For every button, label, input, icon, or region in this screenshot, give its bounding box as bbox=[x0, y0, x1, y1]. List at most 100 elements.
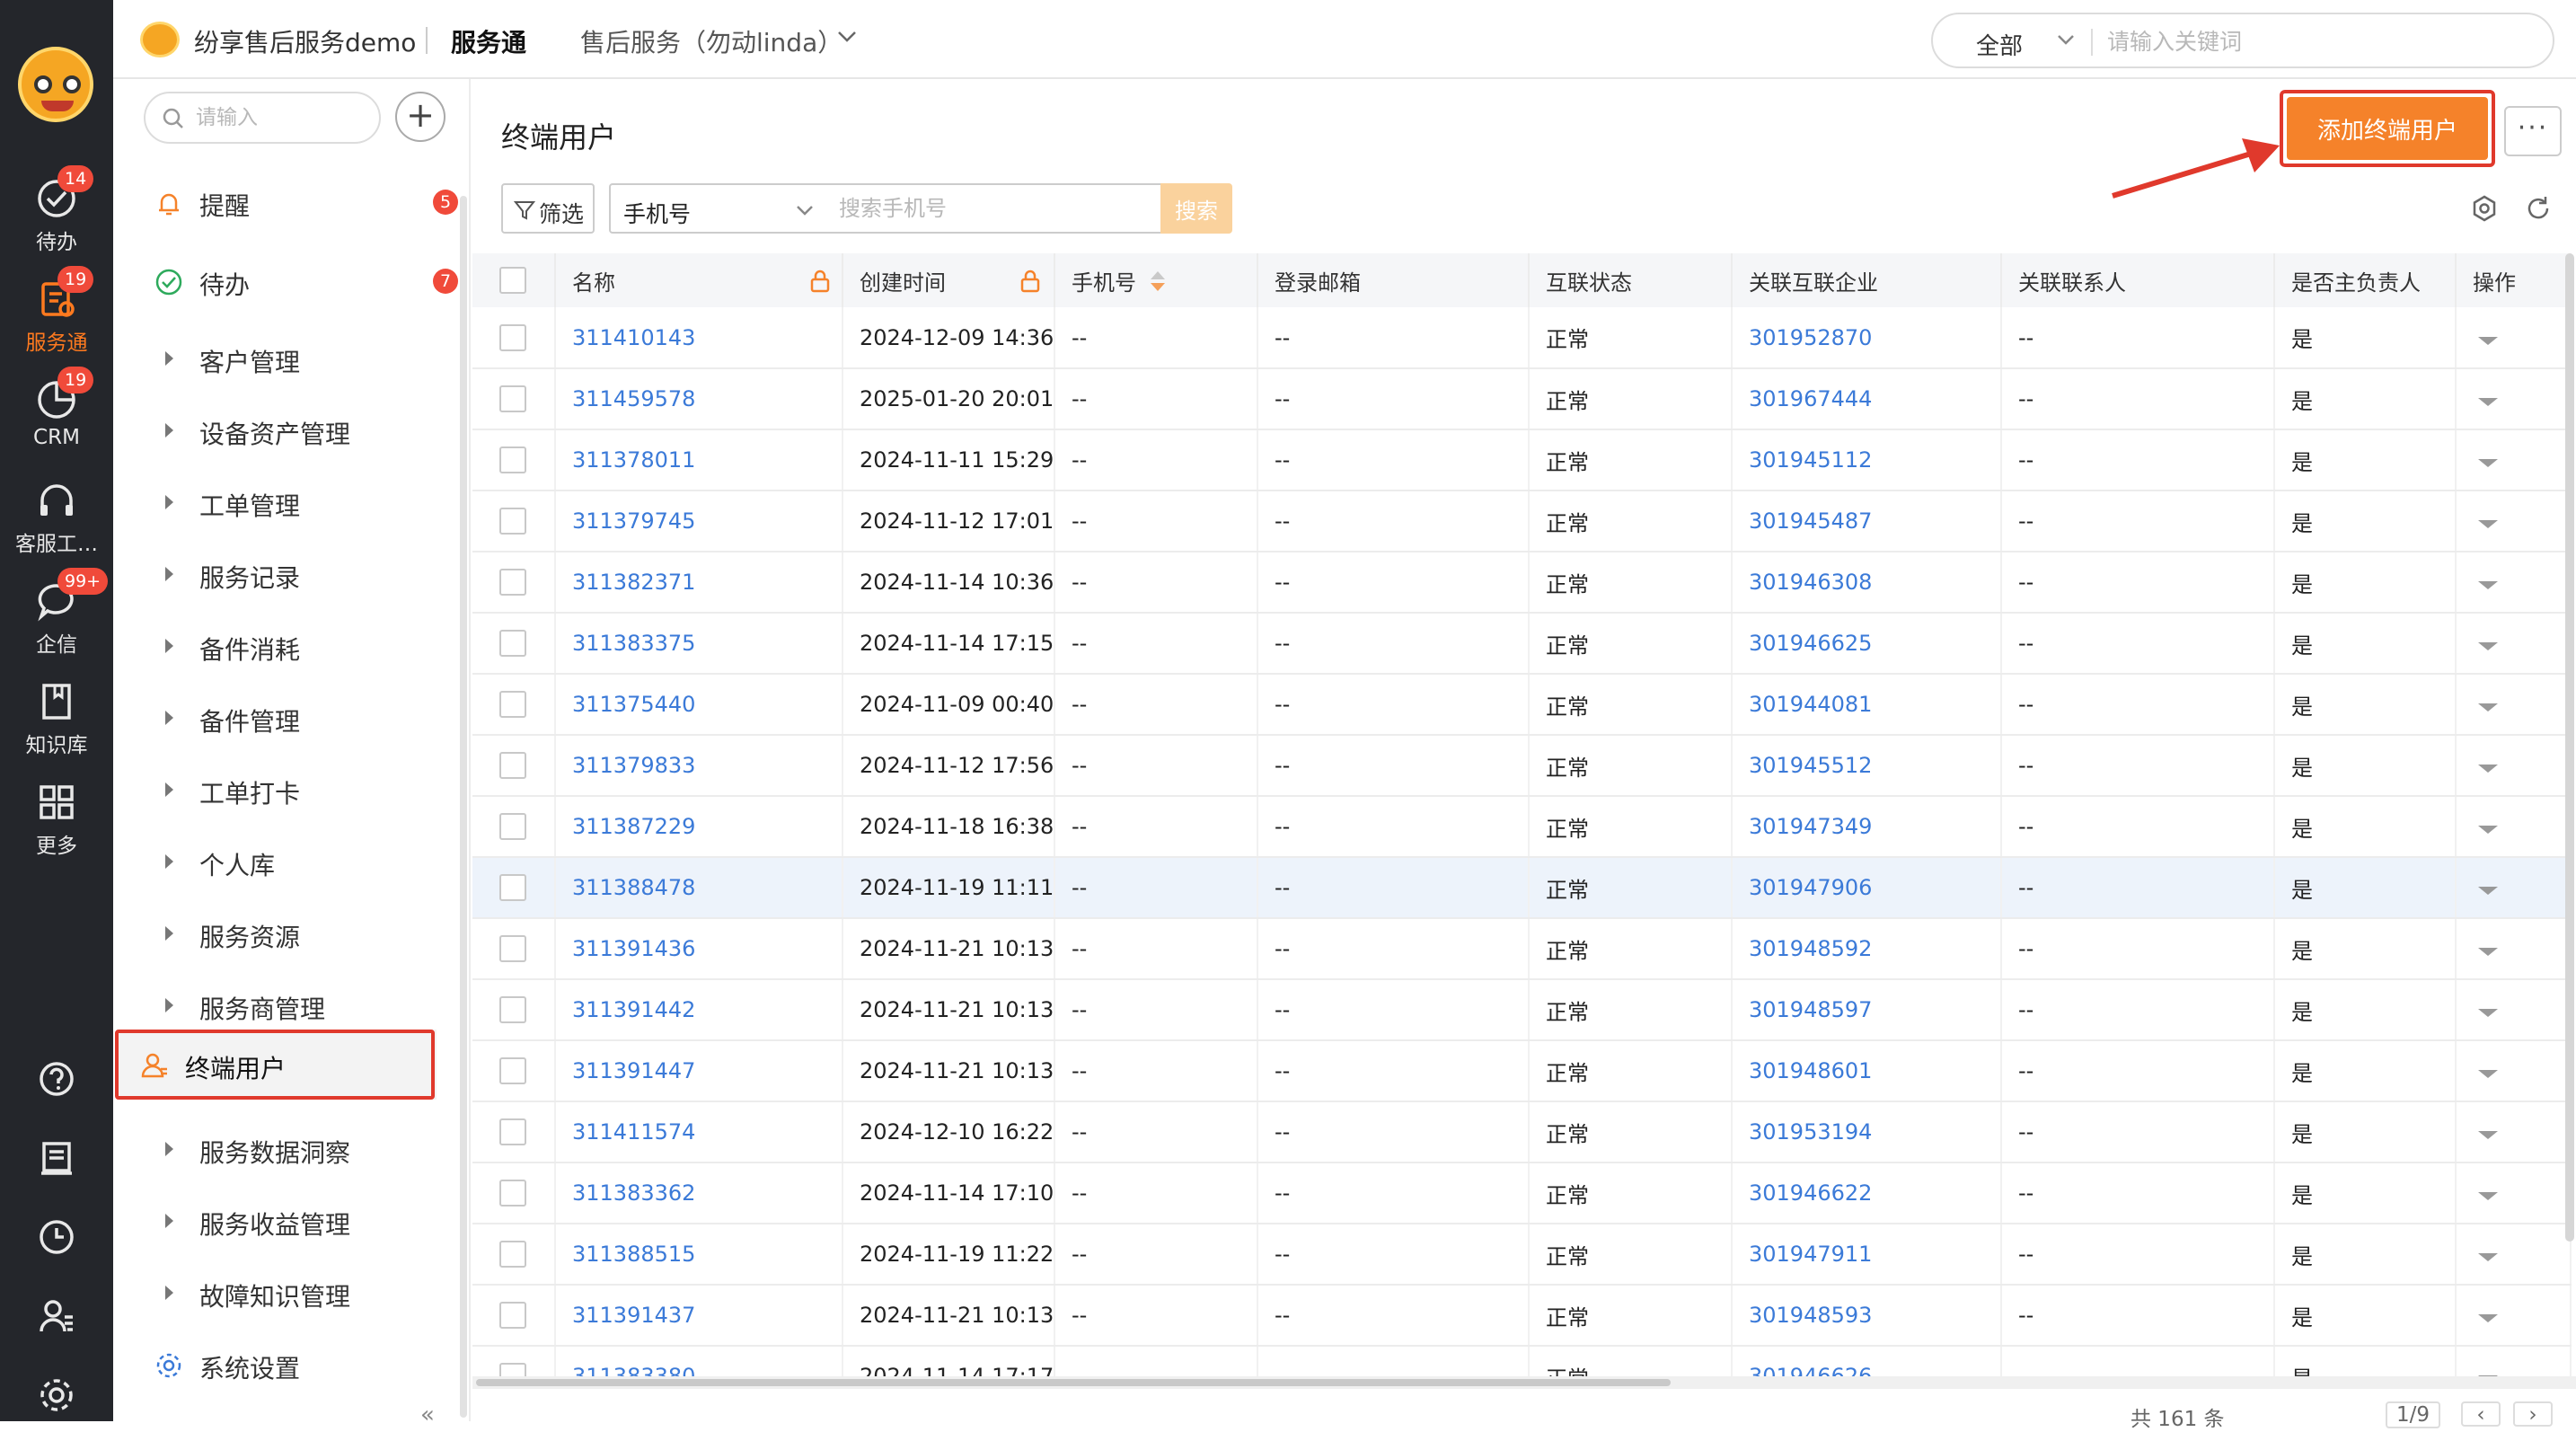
cell-linked-company[interactable]: 301967444 bbox=[1732, 368, 2002, 430]
rail-item-service[interactable]: 服务通 19 bbox=[0, 266, 113, 361]
row-checkbox[interactable] bbox=[499, 1241, 526, 1268]
rail-item-customer-service[interactable]: 客服工… bbox=[0, 473, 113, 562]
sort-icon[interactable] bbox=[1149, 270, 1167, 293]
nav-item-system-settings[interactable]: 系统设置 bbox=[131, 1330, 456, 1400]
select-all-checkbox[interactable] bbox=[499, 267, 526, 294]
row-checkbox[interactable] bbox=[499, 1180, 526, 1207]
cell-linked-company[interactable]: 301945487 bbox=[1732, 491, 2002, 552]
cell-linked-company[interactable]: 301945112 bbox=[1732, 429, 2002, 491]
row-checkbox[interactable] bbox=[499, 874, 526, 901]
next-page-button[interactable]: › bbox=[2513, 1401, 2553, 1427]
row-checkbox[interactable] bbox=[499, 935, 526, 962]
cell-name[interactable]: 311382371 bbox=[555, 552, 843, 614]
row-checkbox[interactable] bbox=[499, 1057, 526, 1084]
table-row[interactable]: 311391436 2024-11-21 10:13 -- -- 正常 301948592… bbox=[472, 918, 2572, 980]
col-linked-contact[interactable]: 关联联系人 bbox=[2001, 253, 2275, 307]
cell-name[interactable]: 311459578 bbox=[555, 368, 843, 430]
nav-item-personal-library[interactable]: 个人库 bbox=[131, 826, 456, 897]
row-checkbox[interactable] bbox=[499, 569, 526, 596]
cell-name[interactable]: 311387229 bbox=[555, 796, 843, 858]
cell-name[interactable]: 311383375 bbox=[555, 613, 843, 675]
table-row[interactable]: 311379745 2024-11-12 17:01 -- -- 正常 301945487… bbox=[472, 491, 2572, 552]
lock-icon[interactable] bbox=[809, 270, 831, 293]
notes-button[interactable] bbox=[0, 1139, 113, 1177]
cell-name[interactable]: 311391436 bbox=[555, 918, 843, 980]
row-actions-dropdown-icon[interactable] bbox=[2478, 336, 2498, 345]
cell-name[interactable]: 311391442 bbox=[555, 979, 843, 1041]
row-actions-dropdown-icon[interactable] bbox=[2478, 1131, 2498, 1139]
row-actions-dropdown-icon[interactable] bbox=[2478, 703, 2498, 712]
row-actions-dropdown-icon[interactable] bbox=[2478, 887, 2498, 895]
cell-linked-company[interactable]: 301948597 bbox=[1732, 979, 2002, 1041]
table-row[interactable]: 311411574 2024-12-10 16:22 -- -- 正常 301953194… bbox=[472, 1101, 2572, 1163]
cell-linked-company[interactable]: 301946625 bbox=[1732, 613, 2002, 675]
row-actions-dropdown-icon[interactable] bbox=[2478, 1070, 2498, 1078]
cell-linked-company[interactable]: 301952870 bbox=[1732, 307, 2002, 369]
context-selector[interactable]: 售后服务（勿动linda） bbox=[580, 23, 842, 59]
row-checkbox[interactable] bbox=[499, 630, 526, 657]
row-actions-dropdown-icon[interactable] bbox=[2478, 826, 2498, 834]
scroll-thumb[interactable] bbox=[476, 1379, 1671, 1386]
row-checkbox[interactable] bbox=[499, 323, 526, 351]
history-button[interactable] bbox=[0, 1218, 113, 1256]
row-actions-dropdown-icon[interactable] bbox=[2478, 1253, 2498, 1261]
nav-item-reminder[interactable]: 提醒 5 bbox=[131, 167, 458, 237]
add-nav-button[interactable]: + bbox=[395, 92, 446, 142]
nav-item-service-resources[interactable]: 服务资源 bbox=[131, 898, 456, 968]
table-row[interactable]: 311391437 2024-11-21 10:13 -- -- 正常 301948593… bbox=[472, 1285, 2572, 1347]
row-checkbox[interactable] bbox=[499, 813, 526, 840]
rail-item-knowledge[interactable]: 知识库 bbox=[0, 674, 113, 764]
row-actions-dropdown-icon[interactable] bbox=[2478, 581, 2498, 589]
table-row[interactable]: 311379833 2024-11-12 17:56 -- -- 正常 301945512… bbox=[472, 735, 2572, 797]
cell-name[interactable]: 311391447 bbox=[555, 1040, 843, 1102]
search-scope-select[interactable]: 全部 bbox=[1976, 28, 2023, 61]
table-horizontal-scrollbar[interactable] bbox=[472, 1376, 2576, 1389]
table-row[interactable]: 311391442 2024-11-21 10:13 -- -- 正常 301948597… bbox=[472, 979, 2572, 1041]
chevron-down-icon[interactable] bbox=[837, 31, 857, 43]
cell-name[interactable]: 311378011 bbox=[555, 429, 843, 491]
chevron-down-icon[interactable] bbox=[2057, 34, 2075, 45]
row-checkbox[interactable] bbox=[499, 996, 526, 1023]
nav-item-service-records[interactable]: 服务记录 bbox=[131, 539, 456, 609]
nav-item-data-insight[interactable]: 服务数据洞察 bbox=[131, 1114, 456, 1184]
row-actions-dropdown-icon[interactable] bbox=[2478, 398, 2498, 406]
row-actions-dropdown-icon[interactable] bbox=[2478, 520, 2498, 528]
global-search-input[interactable] bbox=[2107, 25, 2520, 57]
cell-name[interactable]: 311383380 bbox=[555, 1346, 843, 1376]
table-row[interactable]: 311382371 2024-11-14 10:36 -- -- 正常 301946308… bbox=[472, 552, 2572, 614]
row-actions-dropdown-icon[interactable] bbox=[2478, 1009, 2498, 1017]
help-button[interactable] bbox=[0, 1060, 113, 1098]
rail-item-more[interactable]: 更多 bbox=[0, 774, 113, 864]
more-actions-button[interactable]: ··· bbox=[2504, 106, 2562, 156]
table-row[interactable]: 311383362 2024-11-14 17:10 -- -- 正常 301946622… bbox=[472, 1162, 2572, 1224]
nav-item-todo[interactable]: 待办 7 bbox=[131, 246, 458, 316]
cell-linked-company[interactable]: 301953194 bbox=[1732, 1101, 2002, 1163]
rail-item-crm[interactable]: CRM 19 bbox=[0, 367, 113, 462]
app-logo[interactable] bbox=[18, 47, 93, 122]
cell-name[interactable]: 311388515 bbox=[555, 1224, 843, 1286]
row-actions-dropdown-icon[interactable] bbox=[2478, 1192, 2498, 1200]
user-settings-button[interactable] bbox=[0, 1297, 113, 1335]
filter-button[interactable]: 筛选 bbox=[501, 183, 595, 234]
column-settings-icon[interactable] bbox=[2470, 194, 2499, 223]
settings-button[interactable] bbox=[0, 1376, 113, 1414]
table-row[interactable]: 311375440 2024-11-09 00:40 -- -- 正常 301944081… bbox=[472, 674, 2572, 736]
col-is-owner[interactable]: 是否主负责人 bbox=[2274, 253, 2457, 307]
row-checkbox[interactable] bbox=[499, 446, 526, 473]
collapse-nav-button[interactable]: « bbox=[420, 1401, 435, 1428]
row-checkbox[interactable] bbox=[499, 752, 526, 779]
row-checkbox[interactable] bbox=[499, 1118, 526, 1145]
row-checkbox[interactable] bbox=[499, 1363, 526, 1376]
col-created-time[interactable]: 创建时间 bbox=[842, 253, 1055, 307]
nav-item-revenue-mgmt[interactable]: 服务收益管理 bbox=[131, 1186, 456, 1256]
row-actions-dropdown-icon[interactable] bbox=[2478, 459, 2498, 467]
nav-item-fault-knowledge[interactable]: 故障知识管理 bbox=[131, 1258, 456, 1328]
nav-item-workorder-mgmt[interactable]: 工单管理 bbox=[131, 467, 456, 537]
search-field-select[interactable]: 手机号 bbox=[609, 183, 828, 234]
row-checkbox[interactable] bbox=[499, 691, 526, 718]
prev-page-button[interactable]: ‹ bbox=[2461, 1401, 2501, 1427]
cell-linked-company[interactable]: 301947906 bbox=[1732, 857, 2002, 919]
row-checkbox[interactable] bbox=[499, 385, 526, 412]
cell-linked-company[interactable]: 301947911 bbox=[1732, 1224, 2002, 1286]
table-row[interactable]: 311410143 2024-12-09 14:36 -- -- 正常 301952870… bbox=[472, 307, 2572, 369]
